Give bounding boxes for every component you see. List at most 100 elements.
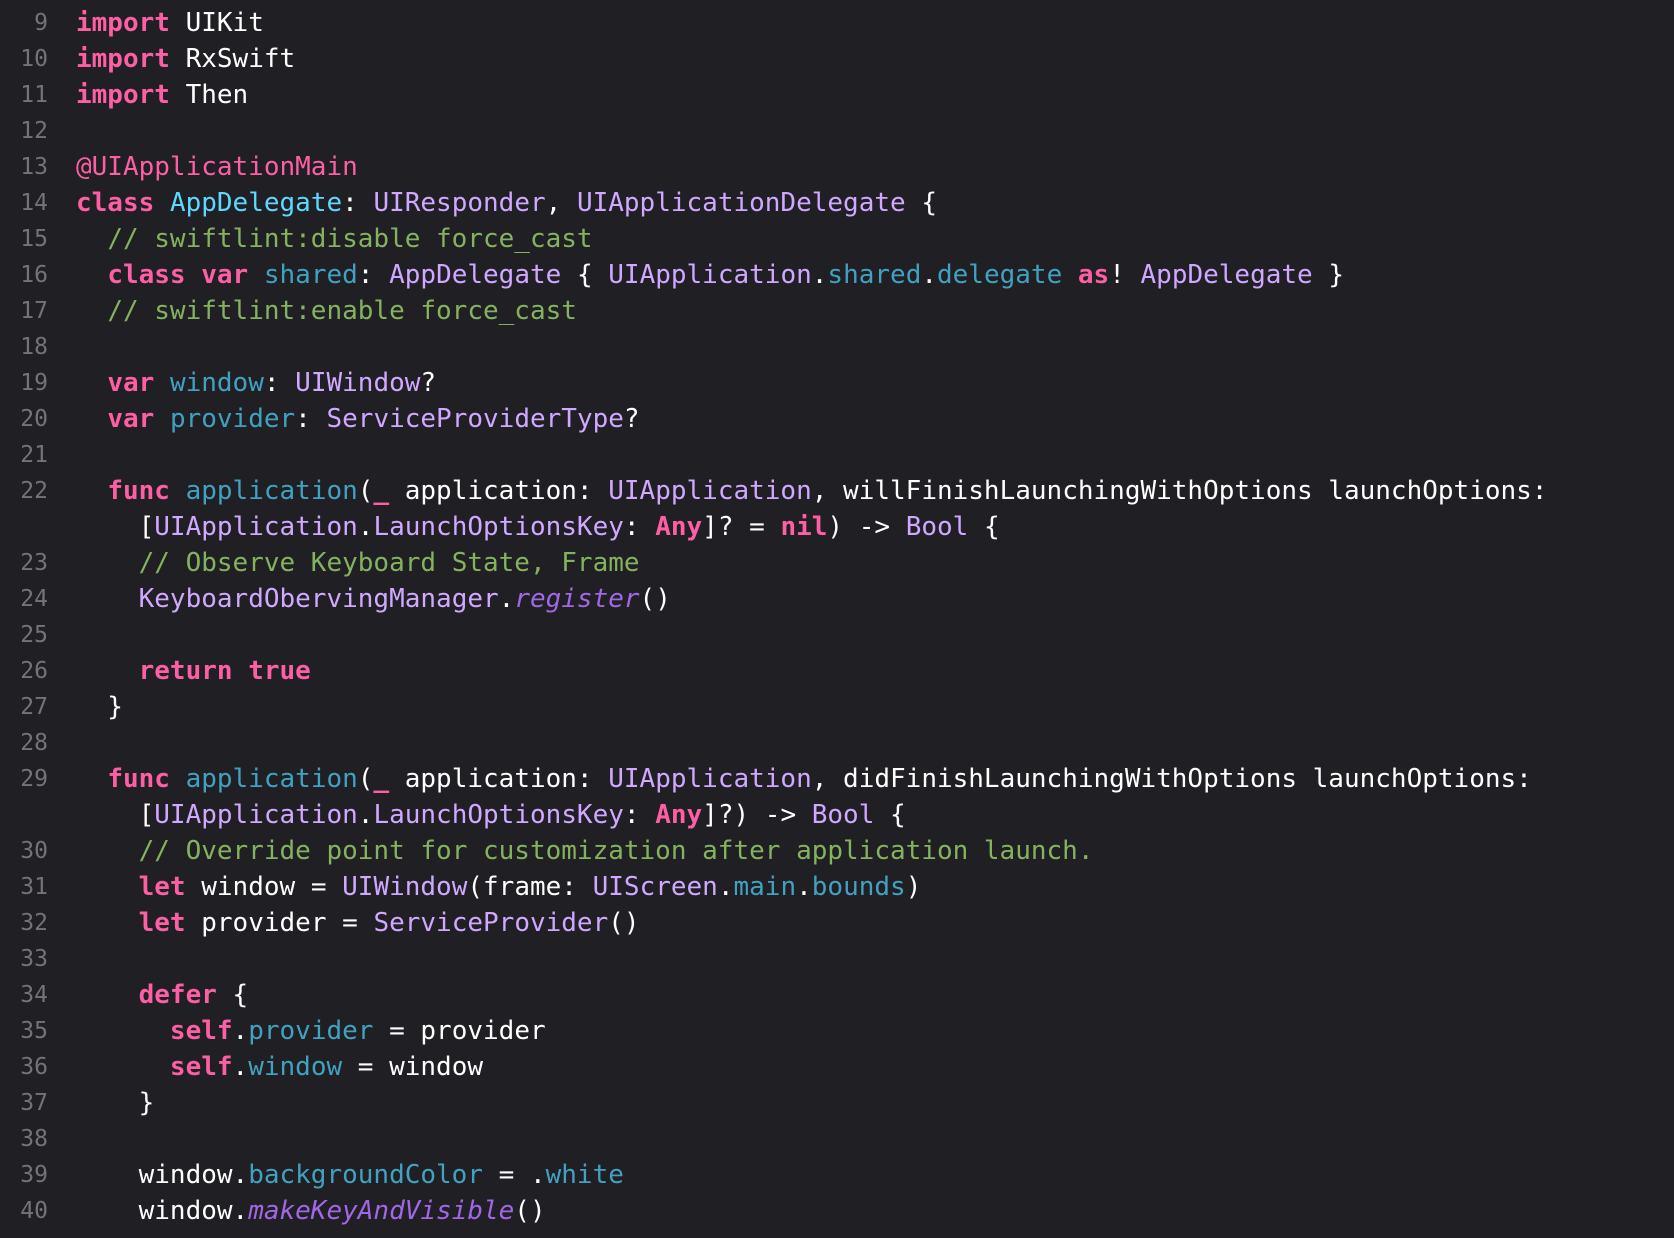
code-token: provider: [169, 404, 296, 434]
code-line[interactable]: 39 window.backgroundColor = .white: [0, 1157, 1674, 1193]
code-line[interactable]: 33: [0, 941, 1674, 977]
code-line[interactable]: 11 import Then: [0, 77, 1674, 113]
code-token: // swiftlint:enable force_cast: [107, 296, 577, 326]
code-line[interactable]: 25: [0, 617, 1674, 653]
code-line[interactable]: 37 }: [0, 1085, 1674, 1121]
code-text: import UIKit: [76, 5, 264, 41]
line-number: 35: [20, 1018, 48, 1044]
code-token: :: [623, 800, 656, 830]
code-token: = .: [483, 1160, 546, 1190]
code-line[interactable]: 12: [0, 113, 1674, 149]
code-text: import RxSwift: [76, 41, 295, 77]
code-line[interactable]: 29 func application(_ application: UIApp…: [0, 761, 1674, 797]
code-line[interactable]: 27 }: [0, 689, 1674, 725]
code-token: :: [342, 188, 374, 218]
code-line[interactable]: 30 // Override point for customization a…: [0, 833, 1674, 869]
code-line[interactable]: 28: [0, 725, 1674, 761]
code-token: application:: [389, 764, 609, 794]
line-number: 31: [20, 874, 48, 900]
code-line[interactable]: 26 return true: [0, 653, 1674, 689]
code-token: white: [545, 1160, 624, 1190]
code-line[interactable]: [UIApplication.LaunchOptionsKey: Any]? =…: [0, 509, 1674, 545]
code-token: application:: [389, 476, 609, 506]
code-line[interactable]: 22 func application(_ application: UIApp…: [0, 473, 1674, 509]
code-token: window.: [76, 1160, 249, 1190]
code-line[interactable]: 14 class AppDelegate: UIResponder, UIAppl…: [0, 185, 1674, 221]
code-token: ?: [420, 368, 437, 398]
code-token: @UIApplicationMain: [76, 152, 358, 182]
code-line[interactable]: 38: [0, 1121, 1674, 1157]
code-token: let: [138, 872, 186, 902]
line-number: 39: [20, 1162, 48, 1188]
code-token: ?: [623, 404, 640, 434]
code-line[interactable]: 16 class var shared: AppDelegate { UIApp…: [0, 257, 1674, 293]
code-token: = window: [342, 1052, 484, 1082]
code-line[interactable]: 34 defer {: [0, 977, 1674, 1013]
code-token: Then: [169, 80, 249, 110]
code-line[interactable]: 10 import RxSwift: [0, 41, 1674, 77]
code-editor[interactable]: 9 import UIKit 10 import RxSwift 11 import Th…: [0, 5, 1674, 1238]
line-number: 30: [20, 838, 48, 864]
code-line[interactable]: 24 KeyboardObervingManager.register(): [0, 581, 1674, 617]
code-line[interactable]: 32 let provider = ServiceProvider(): [0, 905, 1674, 941]
code-token: var: [201, 260, 249, 290]
line-number: 16: [20, 262, 48, 288]
code-line[interactable]: [UIApplication.LaunchOptionsKey: Any]?) …: [0, 797, 1674, 833]
code-line[interactable]: 21: [0, 437, 1674, 473]
code-token: _: [373, 764, 390, 794]
code-text: [UIApplication.LaunchOptionsKey: Any]?) …: [76, 797, 906, 833]
code-text: class AppDelegate: UIResponder, UIApplic…: [76, 185, 937, 221]
code-token: makeKeyAndVisible: [248, 1196, 515, 1226]
code-token: .: [811, 260, 828, 290]
code-text: window.makeKeyAndVisible(): [76, 1193, 546, 1229]
code-token: // swiftlint:disable force_cast: [107, 224, 593, 254]
code-token: var: [107, 404, 155, 434]
line-number: 26: [20, 658, 48, 684]
code-token: .: [357, 800, 374, 830]
code-token: let: [138, 908, 186, 938]
code-text: func application(_ application: UIApplic…: [76, 473, 1547, 509]
code-token: :: [623, 512, 656, 542]
code-token: self: [169, 1016, 233, 1046]
code-token: import: [76, 8, 170, 38]
code-line[interactable]: 13 @UIApplicationMain: [0, 149, 1674, 185]
code-line[interactable]: 17 // swiftlint:enable force_cast: [0, 293, 1674, 329]
code-line[interactable]: 23 // Observe Keyboard State, Frame: [0, 545, 1674, 581]
code-line[interactable]: 18: [0, 329, 1674, 365]
code-token: [: [76, 800, 155, 830]
code-line[interactable]: 36 self.window = window: [0, 1049, 1674, 1085]
code-line[interactable]: 19 var window: UIWindow?: [0, 365, 1674, 401]
code-line[interactable]: 9 import UIKit: [0, 5, 1674, 41]
code-line[interactable]: 35 self.provider = provider: [0, 1013, 1674, 1049]
code-text: @UIApplicationMain: [76, 149, 358, 185]
line-number: 24: [20, 586, 48, 612]
code-line[interactable]: 31 let window = UIWindow(frame: UIScreen…: [0, 869, 1674, 905]
code-text: [UIApplication.LaunchOptionsKey: Any]? =…: [76, 509, 1000, 545]
code-token: shared: [263, 260, 358, 290]
code-text: }: [76, 1085, 155, 1121]
line-number: 18: [20, 334, 48, 360]
code-line[interactable]: 40 window.makeKeyAndVisible(): [0, 1193, 1674, 1229]
code-token: {: [968, 512, 1000, 542]
code-token: (: [357, 476, 374, 506]
line-number: 9: [34, 10, 48, 36]
code-token: // Override point for customization afte…: [138, 836, 1094, 866]
code-token: Bool: [811, 800, 875, 830]
code-token: Any: [655, 800, 703, 830]
line-number: 17: [20, 298, 48, 324]
code-line[interactable]: 20 var provider: ServiceProviderType?: [0, 401, 1674, 437]
line-number: 34: [20, 982, 48, 1008]
code-text: import Then: [76, 77, 248, 113]
code-token: shared: [827, 260, 922, 290]
code-token: .: [796, 872, 812, 902]
code-line[interactable]: 15 // swiftlint:disable force_cast: [0, 221, 1674, 257]
